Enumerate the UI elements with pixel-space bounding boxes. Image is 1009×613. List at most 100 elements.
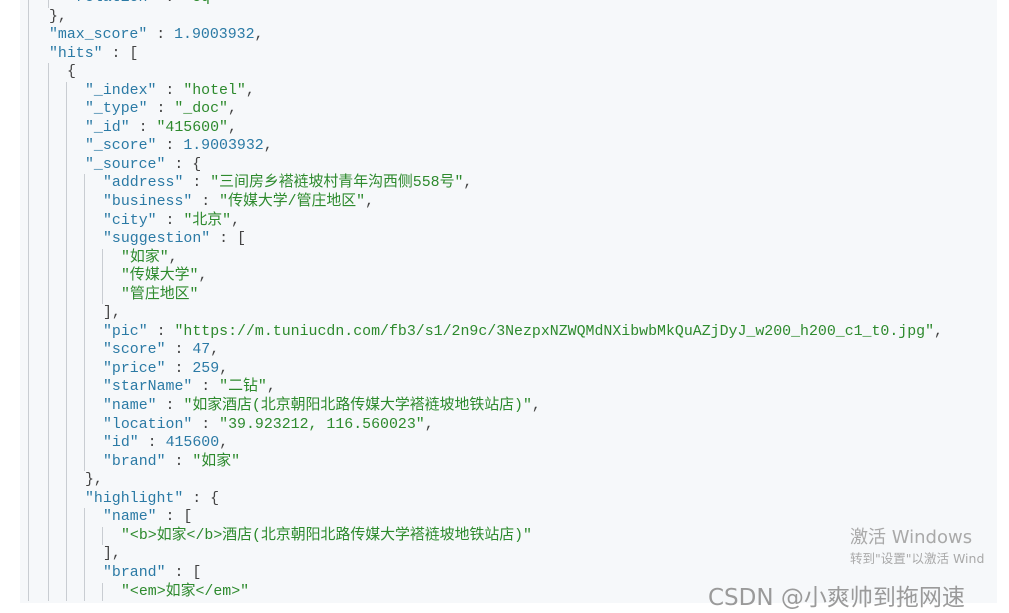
json-punctuation: : [156, 0, 183, 6]
json-key: "name" [103, 509, 157, 526]
json-punctuation: : [147, 101, 175, 118]
indent-guide [66, 397, 67, 416]
indent-guide [66, 434, 67, 453]
json-key: "name" [103, 398, 157, 415]
json-line: "_score" : 1.9003932, [0, 137, 943, 156]
windows-activation-title: 激活 Windows [850, 527, 973, 548]
json-key: "_type" [85, 101, 148, 118]
json-punctuation: }, [49, 8, 67, 25]
indent-guide [48, 137, 49, 156]
json-punctuation: : [ [102, 45, 139, 62]
json-string-value: "eq" [183, 0, 219, 6]
indent-guide [84, 267, 85, 286]
json-string-value: "_doc" [174, 101, 228, 118]
json-line: "location" : "39.923212, 116.560023", [0, 415, 943, 435]
json-punctuation: , [263, 138, 273, 155]
json-line: "starName" : "二钻", [0, 378, 943, 398]
indent-guide [48, 304, 49, 323]
json-key: "price" [103, 360, 166, 377]
json-key: "score" [103, 342, 166, 359]
json-key: "city" [103, 212, 157, 229]
json-punctuation: : [192, 416, 220, 433]
json-string-value: "如家" [192, 453, 241, 470]
json-string-value: "如家" [121, 249, 169, 266]
indent-guide [48, 341, 49, 360]
json-line: "name" : "如家酒店(北京朝阳北路传媒大学褡裢坡地铁站店)", [0, 397, 943, 416]
csdn-watermark: CSDN @小爽帅到拖网速 [708, 585, 965, 611]
json-line: "brand" : "如家" [0, 452, 943, 472]
json-punctuation: , [231, 212, 241, 229]
indent-guide [84, 415, 85, 435]
json-string-value: "https://m.tuniucdn.com/fb3/s1/2n9c/3Nez… [174, 323, 935, 340]
json-punctuation: , [228, 101, 237, 118]
json-key: "pic" [103, 323, 148, 340]
indent-guide [66, 563, 67, 583]
json-key: "starName" [103, 379, 193, 396]
indent-guide [48, 100, 49, 119]
json-string-value: "二钻" [219, 379, 267, 396]
json-response-viewer: "relation" : "eq"}, "max_score" : 1.90039… [20, 0, 997, 603]
indent-guide [84, 582, 85, 602]
json-line: "price" : 259, [0, 359, 943, 379]
indent-guide [66, 341, 67, 360]
json-punctuation: , [228, 119, 237, 136]
json-punctuation: : [192, 379, 220, 396]
indent-guide [48, 155, 49, 175]
indent-guide [84, 211, 85, 231]
indent-guide [84, 193, 85, 212]
json-punctuation: : [156, 138, 184, 155]
indent-guide [66, 155, 67, 175]
json-line: ], [0, 545, 943, 564]
indent-guide [66, 545, 67, 564]
indent-guide [84, 397, 85, 416]
indent-guide [84, 341, 85, 360]
indent-guide [48, 267, 49, 286]
indent-guide [102, 267, 103, 286]
indent-guide [66, 582, 67, 602]
json-punctuation: , [934, 323, 943, 340]
indent-guide [48, 545, 49, 564]
json-string-value: "如家酒店(北京朝阳北路传媒大学褡裢坡地铁站店)" [183, 398, 532, 415]
indent-guide [66, 322, 67, 342]
json-line: "relation" : "eq" [0, 0, 943, 8]
indent-guide [48, 63, 49, 82]
indent-guide [48, 378, 49, 398]
json-punctuation: ], [103, 546, 121, 563]
indent-guide [48, 471, 49, 490]
json-line: "_source" : { [0, 155, 943, 175]
json-punctuation: , [210, 342, 220, 359]
indent-guide [66, 137, 67, 156]
json-line: "city" : "北京", [0, 211, 943, 231]
json-line: "hits" : [ [0, 45, 943, 64]
indent-guide [48, 508, 49, 527]
json-line: "address" : "三间房乡褡裢坡村青年沟西侧558号", [0, 174, 943, 194]
indent-guide [84, 304, 85, 323]
json-string-value: "传媒大学" [121, 268, 199, 285]
indent-guide [102, 248, 103, 268]
indent-guide [66, 81, 67, 101]
json-punctuation: , [198, 268, 208, 285]
indent-guide [84, 322, 85, 342]
indent-guide [84, 248, 85, 268]
json-key: "location" [103, 416, 193, 433]
json-punctuation: , [463, 175, 473, 192]
json-punctuation: : { [165, 156, 202, 173]
json-string-value: "三间房乡褡裢坡村青年沟西侧558号" [210, 175, 464, 192]
indent-guide [84, 359, 85, 379]
json-punctuation: , [424, 416, 434, 433]
indent-guide [84, 434, 85, 453]
indent-guide [48, 211, 49, 231]
json-line: { [0, 63, 943, 82]
json-punctuation: : [156, 398, 184, 415]
json-key: "brand" [103, 453, 166, 470]
json-punctuation: : [147, 27, 175, 44]
json-punctuation: : [147, 323, 175, 340]
json-line: "<b>如家</b>酒店(北京朝阳北路传媒大学褡裢坡地铁站店)" [0, 526, 943, 546]
indent-guide [102, 526, 103, 546]
indent-guide [48, 526, 49, 546]
indent-guide [66, 415, 67, 435]
indent-guide [66, 118, 67, 138]
indent-guide [66, 248, 67, 268]
json-punctuation: , [254, 27, 264, 44]
indent-guide [48, 248, 49, 268]
